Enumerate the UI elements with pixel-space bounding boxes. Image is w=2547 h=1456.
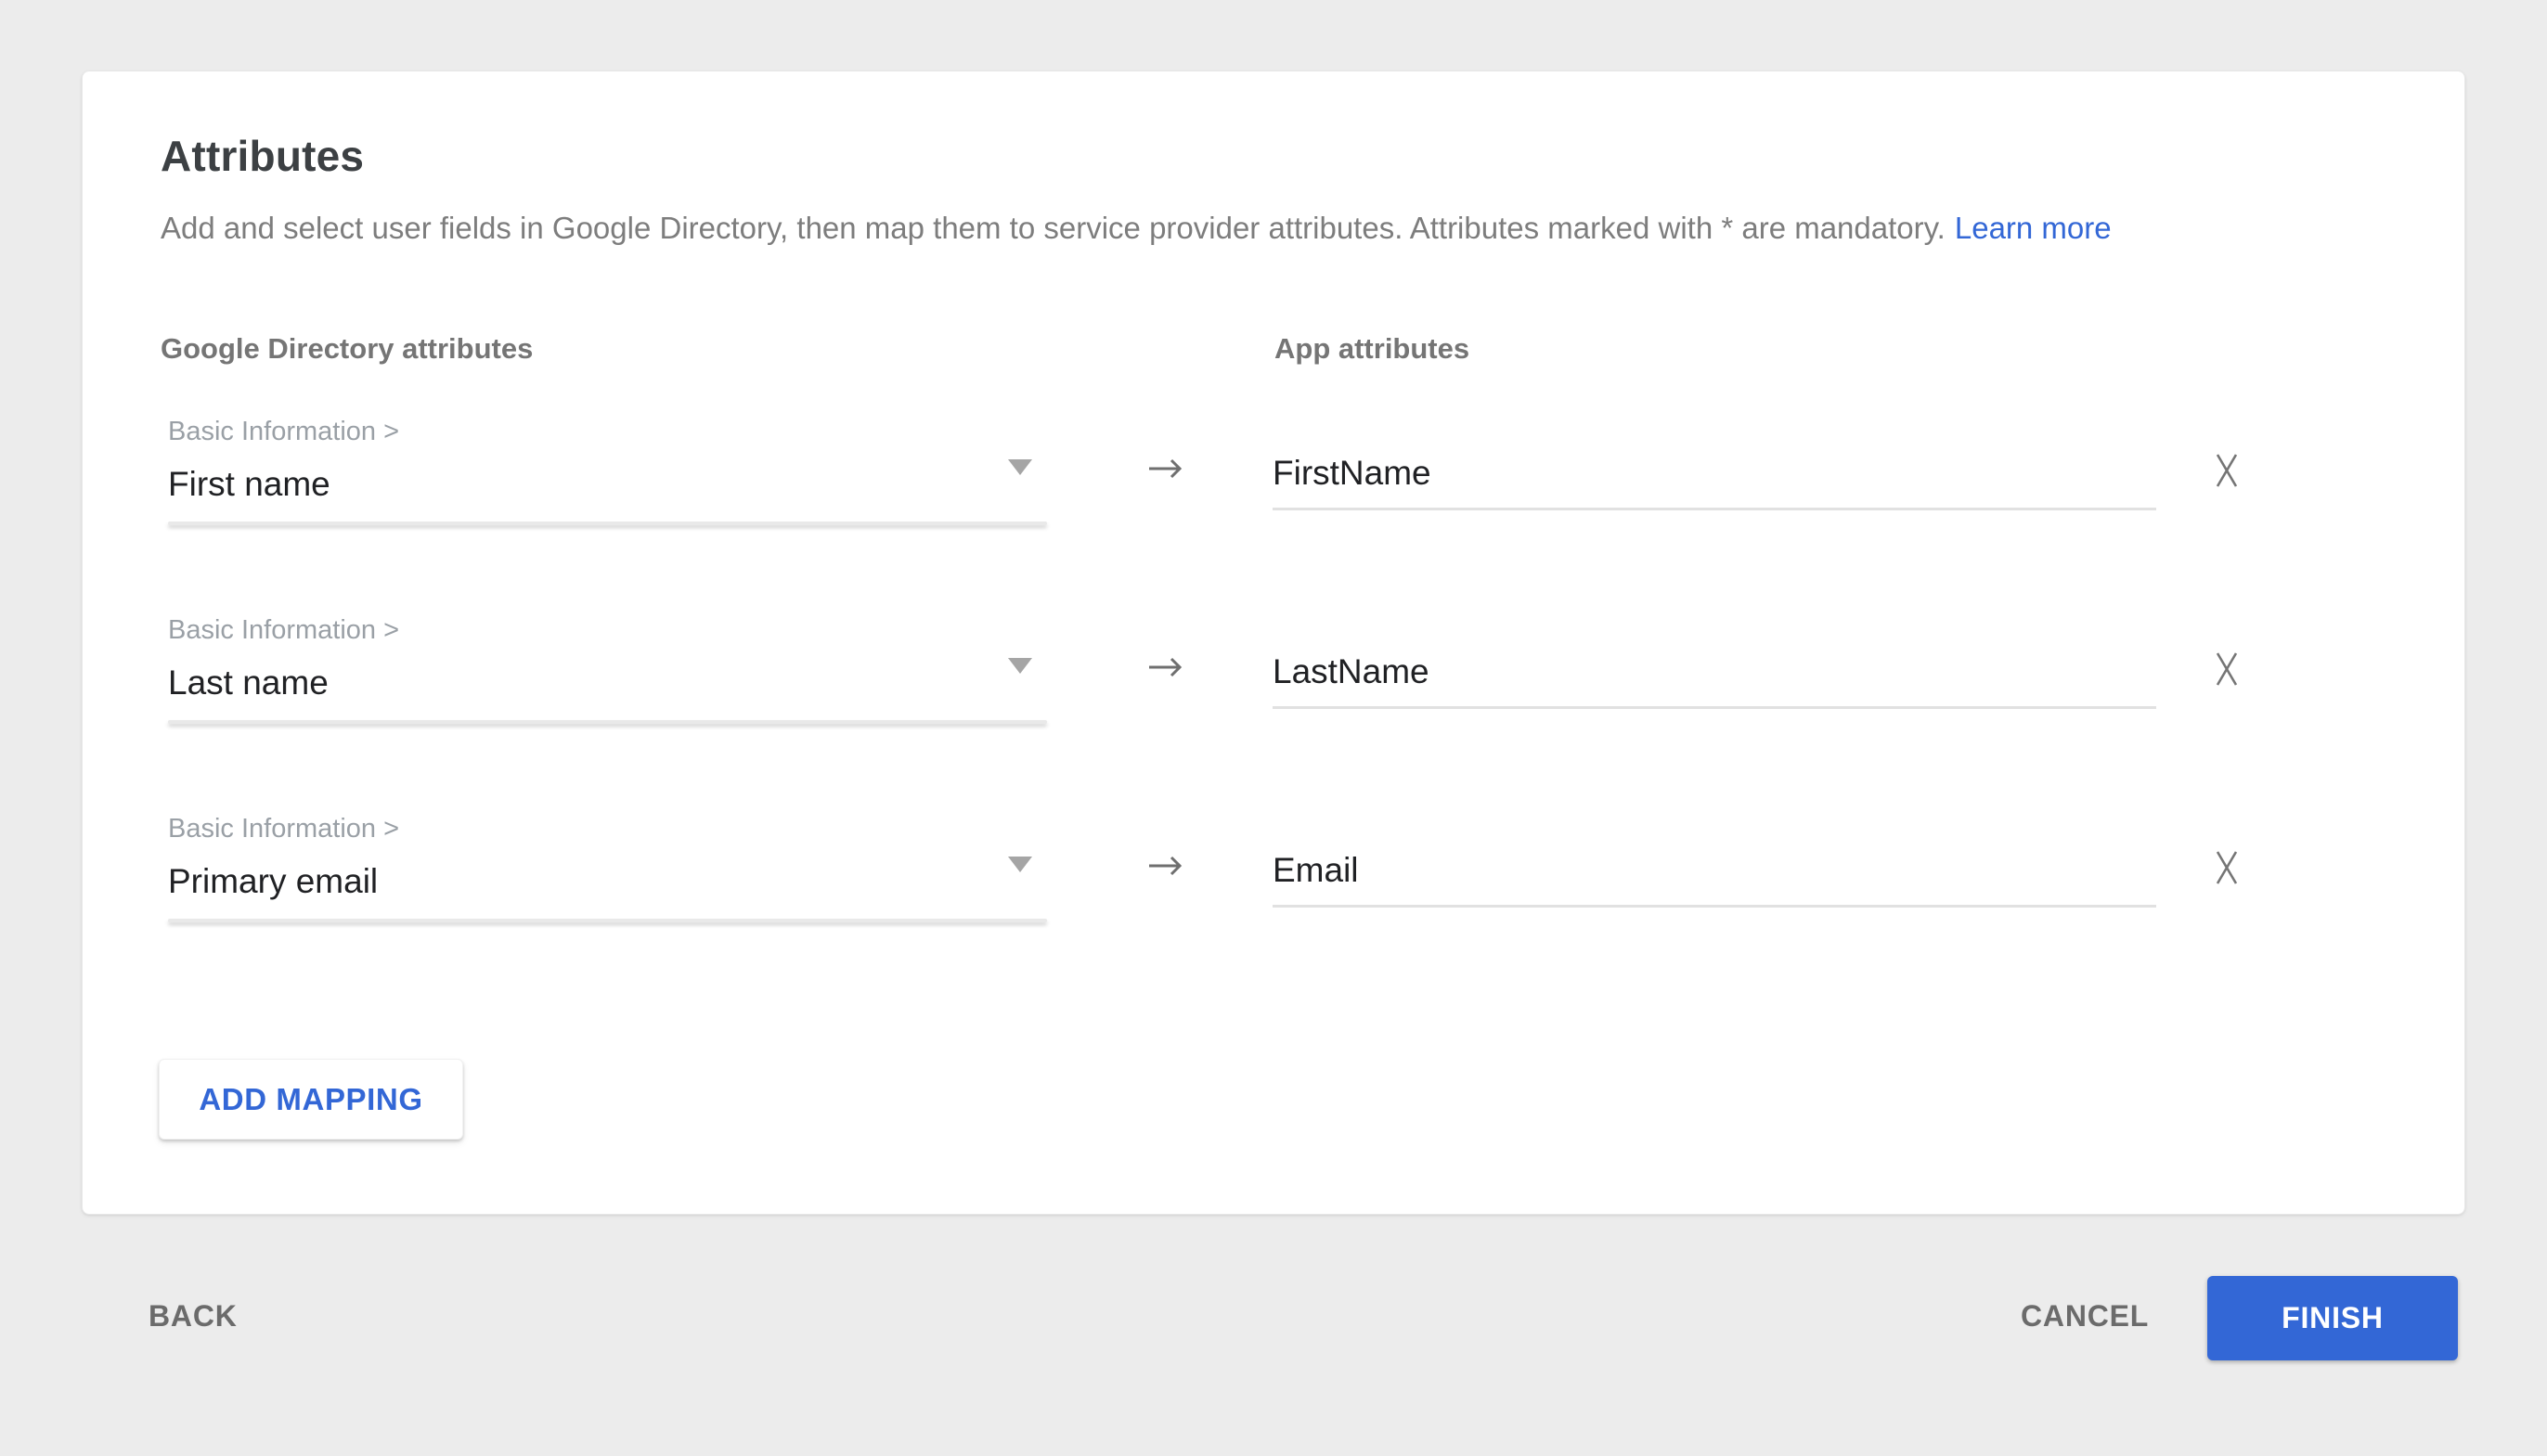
remove-mapping-button[interactable] — [2206, 847, 2247, 888]
close-icon — [2206, 450, 2247, 491]
attribute-category-label: Basic Information > — [168, 615, 399, 646]
mapping-row: Basic Information > Primary email — [83, 814, 2466, 1012]
app-attribute-input[interactable] — [1273, 454, 2156, 510]
directory-attribute-value: Primary email — [168, 862, 378, 901]
field-underline — [168, 720, 1047, 724]
attributes-card: Attributes Add and select user fields in… — [82, 71, 2465, 1215]
add-mapping-button[interactable]: ADD MAPPING — [159, 1059, 463, 1140]
remove-mapping-button[interactable] — [2206, 649, 2247, 689]
description-text: Add and select user fields in Google Dir… — [161, 211, 1946, 245]
directory-attribute-select[interactable]: Basic Information > Primary email — [168, 814, 1047, 925]
finish-button[interactable]: FINISH — [2207, 1276, 2458, 1360]
back-button[interactable]: BACK — [149, 1299, 238, 1334]
mapping-row: Basic Information > First name — [83, 417, 2466, 615]
attributes-description: Add and select user fields in Google Dir… — [161, 211, 2112, 246]
cancel-button[interactable]: CANCEL — [2021, 1299, 2149, 1334]
arrow-right-icon — [1146, 454, 1187, 483]
column-header-directory: Google Directory attributes — [161, 332, 533, 366]
close-icon — [2206, 649, 2247, 689]
remove-mapping-button[interactable] — [2206, 450, 2247, 491]
learn-more-link[interactable]: Learn more — [1955, 211, 2112, 245]
directory-attribute-value: First name — [168, 465, 330, 504]
page-title: Attributes — [161, 131, 364, 181]
app-attribute-input[interactable] — [1273, 851, 2156, 908]
app-attribute-input[interactable] — [1273, 652, 2156, 709]
arrow-right-icon — [1146, 652, 1187, 682]
arrow-right-icon — [1146, 851, 1187, 881]
field-underline — [168, 522, 1047, 525]
close-icon — [2206, 847, 2247, 888]
dropdown-arrow-icon — [1008, 658, 1032, 674]
dropdown-arrow-icon — [1008, 857, 1032, 872]
field-underline — [168, 919, 1047, 922]
attribute-category-label: Basic Information > — [168, 417, 399, 447]
directory-attribute-value: Last name — [168, 664, 329, 702]
attribute-category-label: Basic Information > — [168, 814, 399, 844]
directory-attribute-select[interactable]: Basic Information > Last name — [168, 615, 1047, 727]
mapping-row: Basic Information > Last name — [83, 615, 2466, 814]
dropdown-arrow-icon — [1008, 459, 1032, 475]
column-header-app: App attributes — [1274, 332, 1469, 366]
directory-attribute-select[interactable]: Basic Information > First name — [168, 417, 1047, 528]
